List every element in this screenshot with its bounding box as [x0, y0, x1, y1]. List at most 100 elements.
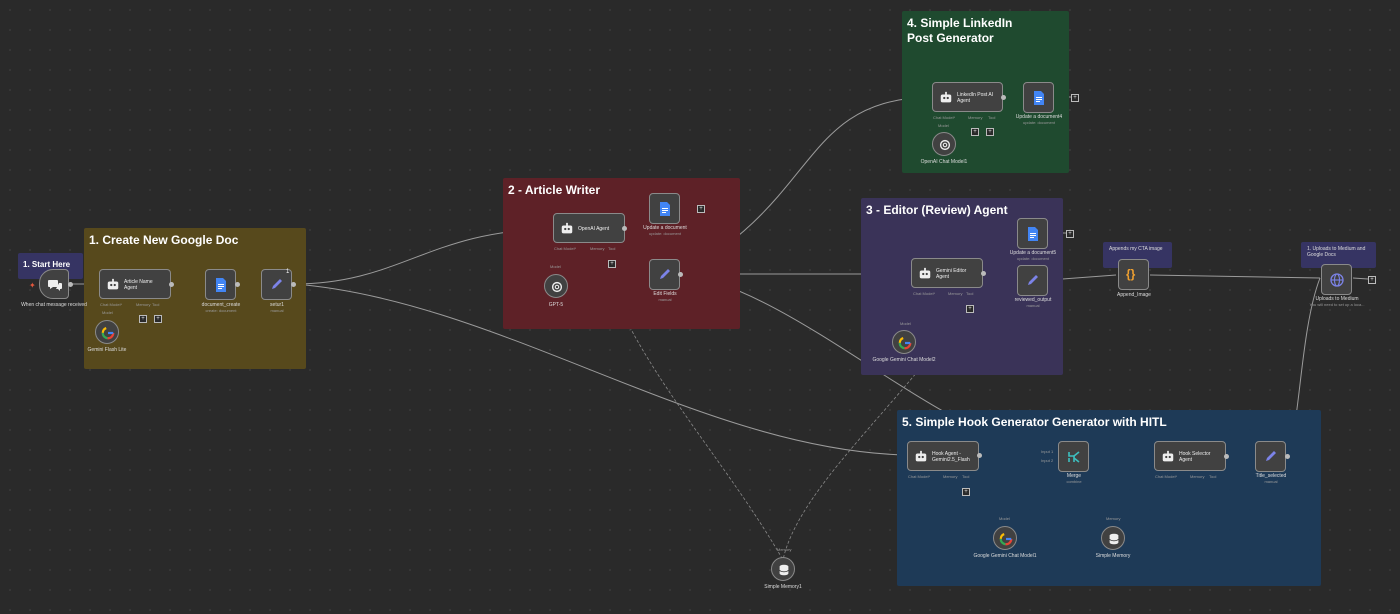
uploads-to-medium-node[interactable]	[1321, 264, 1352, 295]
port-label: Tool	[966, 291, 974, 296]
article-name-agent-node[interactable]: Article Name Agent	[99, 269, 171, 299]
openai-chat-model1-node[interactable]	[932, 132, 956, 156]
node-label: LinkedIn Post AI Agent	[957, 92, 994, 104]
port-label: Chat Model*	[933, 115, 956, 120]
robot-icon	[940, 91, 952, 103]
port-label: Tool	[988, 115, 996, 120]
output-port[interactable]	[169, 282, 174, 287]
robot-icon	[561, 222, 573, 234]
simple-memory1-node[interactable]	[771, 557, 795, 581]
port-label: Chat Model*	[100, 302, 123, 307]
port-label: Memory	[136, 302, 151, 307]
openai-icon	[551, 281, 563, 293]
output-port[interactable]	[678, 272, 683, 277]
merge-node[interactable]	[1058, 441, 1089, 472]
node-label: Merge combine	[1066, 473, 1082, 484]
reviewed-output-node[interactable]	[1017, 265, 1048, 296]
google-g-icon	[898, 336, 912, 350]
node-label: Hook Selector Agent	[1179, 451, 1211, 463]
chat-trigger-node[interactable]	[39, 269, 69, 299]
hook-agent-node[interactable]: Hook Agent - Gemini2.5_Flash	[907, 441, 979, 471]
gpt5-model-node[interactable]	[544, 274, 568, 298]
update-document-node[interactable]	[649, 193, 680, 224]
add-next-node-button[interactable]: +	[1071, 94, 1079, 102]
hook-selector-agent-node[interactable]: Hook Selector Agent	[1154, 441, 1226, 471]
node-label: Update a document update: document	[643, 225, 687, 236]
output-port[interactable]	[291, 282, 296, 287]
output-port[interactable]	[235, 282, 240, 287]
robot-icon	[1162, 450, 1174, 462]
chat-icon	[48, 280, 62, 291]
port-label: Tool	[962, 474, 970, 479]
output-port[interactable]	[1285, 454, 1290, 459]
pencil-icon	[1028, 275, 1038, 285]
port-label: Model	[999, 516, 1010, 521]
google-gemini-chat-model2-node[interactable]	[892, 330, 916, 354]
sticky-text: 1. Uploads to Medium and Google Docs	[1307, 246, 1366, 258]
model-label: Gemini Flash Lite	[87, 347, 127, 353]
output-port[interactable]	[1224, 454, 1229, 459]
model-label: Simple Memory1	[764, 584, 802, 590]
port-label: Input 2	[1041, 458, 1054, 463]
edit-fields-node[interactable]	[649, 259, 680, 290]
simple-memory-node[interactable]	[1101, 526, 1125, 550]
google-docs-icon	[660, 202, 670, 216]
port-label: Chat Model*	[1155, 474, 1178, 479]
port-label: Model	[102, 310, 113, 315]
title-selected-node[interactable]	[1255, 441, 1286, 472]
openai-icon	[939, 139, 951, 151]
google-docs-icon	[1028, 227, 1038, 241]
update-document5-node[interactable]	[1017, 218, 1048, 249]
google-g-icon	[999, 532, 1013, 546]
output-port[interactable]	[977, 453, 982, 458]
port-label: Model	[938, 123, 949, 128]
node-label: Article Name Agent	[124, 279, 153, 291]
add-next-node-button[interactable]: +	[1368, 276, 1376, 284]
pin-badge: 1	[286, 269, 290, 275]
robot-icon	[919, 267, 931, 279]
node-label: Gemini Editor Agent	[936, 268, 967, 280]
linkedin-agent-node[interactable]: LinkedIn Post AI Agent	[932, 82, 1003, 112]
port-label: Model	[900, 321, 911, 326]
add-tool-button[interactable]: +	[966, 305, 974, 313]
model-label: GPT-5	[548, 302, 564, 308]
sticky-title: 2 - Article Writer	[508, 183, 601, 197]
database-icon	[1109, 533, 1119, 545]
merge-icon	[1068, 451, 1080, 463]
gemini-flash-lite-node[interactable]	[95, 320, 119, 344]
add-memory-button[interactable]: +	[139, 315, 147, 323]
node-label: Edit Fields manual	[653, 291, 677, 302]
node-label: setur1 manual	[270, 302, 284, 313]
node-label: Update a document4 update: document	[1015, 114, 1063, 125]
node-label: Title_selected manual	[1255, 473, 1287, 484]
port-label: Memory	[943, 474, 958, 479]
add-memory-button[interactable]: +	[971, 128, 979, 136]
sticky-hook[interactable]: 5. Simple Hook Generator Generator with …	[897, 410, 1321, 586]
add-tool-button[interactable]: +	[986, 128, 994, 136]
openai-agent-node[interactable]: OpenAI Agent	[553, 213, 625, 243]
node-label: OpenAI Agent	[578, 226, 610, 232]
output-port[interactable]	[981, 271, 986, 276]
document-create-node[interactable]	[205, 269, 236, 300]
port-label: Chat Model*	[913, 291, 936, 296]
google-gemini-chat-model1-node[interactable]	[993, 526, 1017, 550]
port-label: Chat Model*	[554, 246, 577, 251]
gemini-editor-agent-node[interactable]: Gemini Editor Agent	[911, 258, 983, 288]
output-port[interactable]	[622, 226, 627, 231]
add-next-node-button[interactable]: +	[697, 205, 705, 213]
trigger-label: When chat message received	[21, 302, 87, 308]
node-label: Uploads to Medium You will need to set up…	[1309, 296, 1365, 307]
code-braces-icon: {}	[1126, 267, 1136, 281]
pencil-icon	[1266, 451, 1276, 461]
model-label: Google Gemini Chat Model1	[973, 553, 1037, 559]
port-label: Input 1	[1041, 449, 1054, 454]
output-port[interactable]	[68, 282, 73, 287]
add-tool-button[interactable]: +	[154, 315, 162, 323]
add-next-node-button[interactable]: +	[1066, 230, 1074, 238]
output-port[interactable]	[1001, 95, 1006, 100]
add-tool-button[interactable]: +	[608, 260, 616, 268]
add-tool-button[interactable]: +	[962, 488, 970, 496]
sticky-title: 1. Create New Google Doc	[89, 233, 239, 247]
append-image-node[interactable]: {}	[1118, 259, 1149, 290]
update-document4-node[interactable]	[1023, 82, 1054, 113]
